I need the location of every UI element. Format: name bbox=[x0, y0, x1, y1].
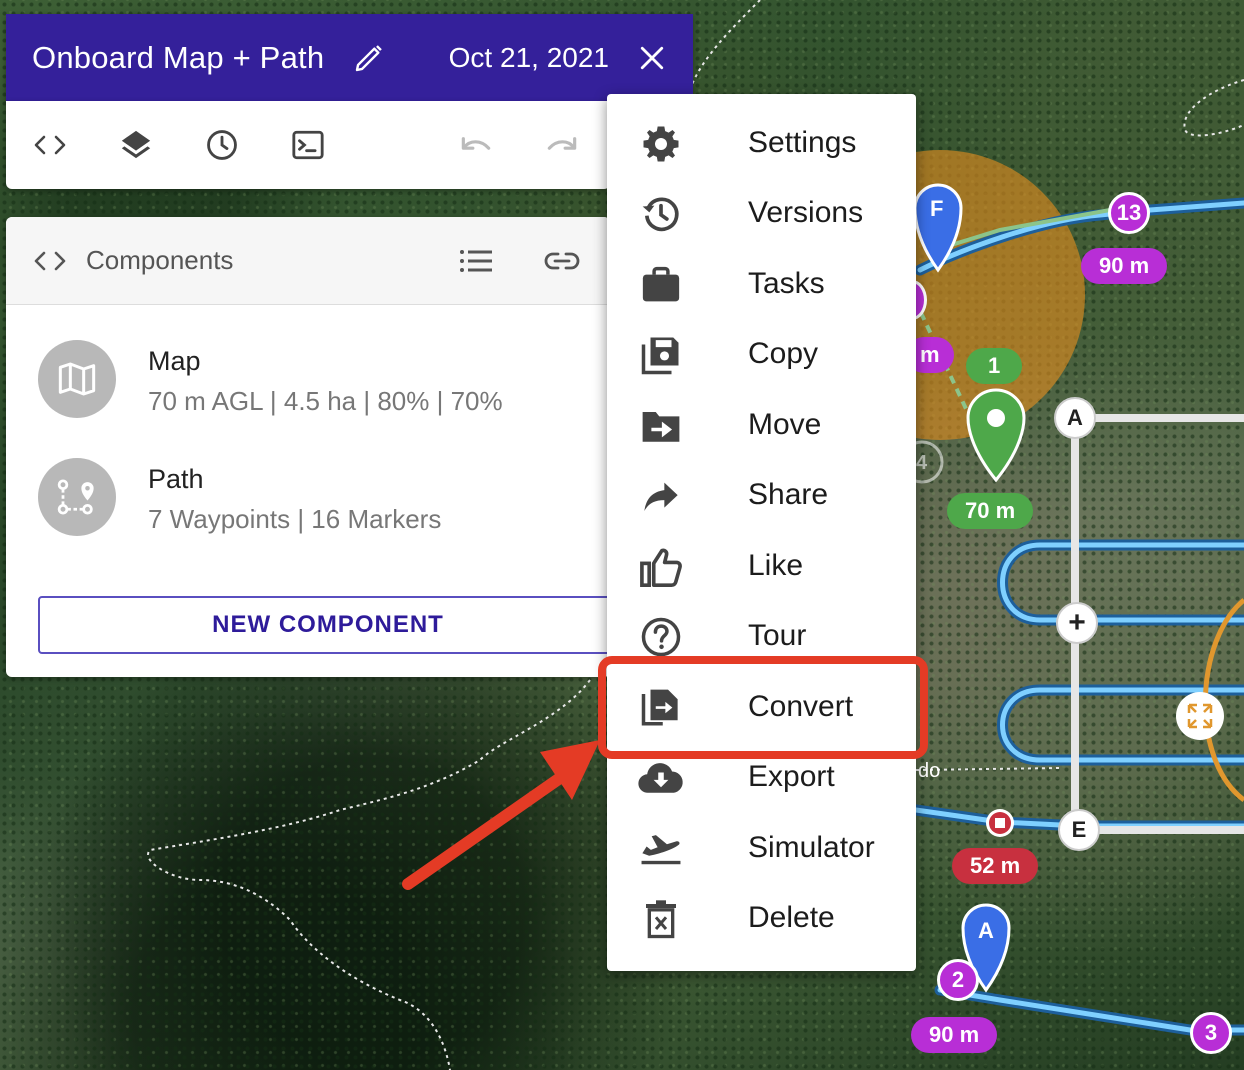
folder-move-icon bbox=[637, 406, 685, 446]
project-header: Onboard Map + Path Oct 21, 2021 bbox=[6, 14, 693, 101]
survey-corner-a[interactable]: A bbox=[1054, 397, 1096, 439]
component-meta: 70 m AGL | 4.5 ha | 80% | 70% bbox=[148, 386, 503, 416]
airplane-takeoff-icon bbox=[637, 829, 685, 869]
takeoff-altitude-badge: 70 m bbox=[947, 493, 1034, 529]
menu-item-tasks[interactable]: Tasks bbox=[607, 250, 916, 320]
altitude-badge: 90 m bbox=[1081, 248, 1168, 284]
menu-item-copy[interactable]: Copy bbox=[607, 320, 916, 390]
menu-item-label: Delete bbox=[748, 901, 835, 934]
pin-f-label: F bbox=[930, 196, 944, 221]
route-icon bbox=[38, 458, 116, 536]
menu-item-label: Versions bbox=[748, 196, 864, 229]
waypoint-3[interactable]: 3 bbox=[1190, 1012, 1232, 1054]
new-component-button[interactable]: NEW COMPONENT bbox=[38, 596, 618, 654]
undo-icon bbox=[461, 137, 491, 150]
trash-icon bbox=[637, 899, 685, 939]
callout-arrow bbox=[402, 772, 566, 890]
component-meta: 7 Waypoints | 16 Markers bbox=[148, 504, 442, 534]
pencil-icon bbox=[356, 44, 383, 71]
components-header: Components bbox=[6, 217, 610, 305]
component-map[interactable]: Map 70 m AGL | 4.5 ha | 80% | 70% bbox=[38, 340, 598, 420]
terminal-icon bbox=[292, 130, 324, 160]
history-button[interactable] bbox=[202, 125, 242, 165]
add-vertex-button[interactable]: + bbox=[1056, 602, 1098, 644]
history-icon bbox=[637, 194, 685, 234]
menu-item-label: Like bbox=[748, 549, 804, 582]
menu-item-simulator[interactable]: Simulator bbox=[607, 814, 916, 884]
map-pin-takeoff[interactable] bbox=[966, 388, 1026, 483]
pin-a-label: A bbox=[978, 918, 994, 943]
menu-item-label: Tasks bbox=[748, 267, 825, 300]
close-icon bbox=[640, 46, 664, 69]
link-icon bbox=[544, 252, 580, 270]
waypoint-13[interactable]: 13 bbox=[1108, 192, 1150, 234]
survey-corner-e[interactable]: E bbox=[1058, 809, 1100, 851]
code-brackets-icon bbox=[34, 135, 66, 155]
altitude-badge: 90 m bbox=[911, 1017, 998, 1053]
menu-item-label: Settings bbox=[748, 126, 857, 159]
edit-title-button[interactable] bbox=[352, 41, 386, 75]
layers-icon bbox=[121, 130, 151, 159]
landing-altitude-badge: 52 m bbox=[952, 848, 1039, 884]
menu-item-like[interactable]: Like bbox=[607, 532, 916, 602]
component-name: Map bbox=[148, 346, 201, 376]
redo-icon bbox=[547, 137, 577, 150]
menu-item-versions[interactable]: Versions bbox=[607, 179, 916, 249]
menu-item-label: Simulator bbox=[748, 831, 875, 864]
components-title: Components bbox=[86, 245, 234, 275]
waypoint-2[interactable]: 2 bbox=[937, 959, 979, 1001]
component-path[interactable]: Path 7 Waypoints | 16 Markers bbox=[38, 458, 598, 538]
undo-button[interactable] bbox=[456, 125, 496, 165]
help-circle-icon bbox=[637, 617, 685, 657]
components-panel: Components Map 70 m AGL | 4.5 ha | 80% |… bbox=[6, 217, 618, 677]
menu-item-label: Copy bbox=[748, 337, 819, 370]
cloud-download-icon bbox=[637, 758, 685, 798]
list-icon bbox=[460, 250, 492, 272]
component-name: Path bbox=[148, 464, 204, 494]
map-icon bbox=[38, 340, 116, 418]
trail-line bbox=[689, 0, 761, 91]
menu-item-delete[interactable]: Delete bbox=[607, 884, 916, 954]
trail-line bbox=[147, 679, 591, 1070]
context-menu: Settings Versions Tasks Copy Move Share … bbox=[607, 94, 916, 971]
layers-button[interactable] bbox=[116, 125, 156, 165]
gear-icon bbox=[637, 124, 685, 164]
share-arrow-icon bbox=[637, 476, 685, 516]
editor-toolbar bbox=[6, 101, 610, 189]
menu-item-share[interactable]: Share bbox=[607, 461, 916, 531]
menu-item-label: Move bbox=[748, 408, 822, 441]
road-label: do bbox=[918, 760, 941, 782]
expand-icon[interactable] bbox=[1176, 692, 1224, 740]
console-button[interactable] bbox=[288, 125, 328, 165]
menu-item-label: Tour bbox=[748, 619, 807, 652]
save-copy-icon bbox=[637, 335, 685, 375]
takeoff-order-badge: 1 bbox=[966, 348, 1023, 384]
menu-item-label: Export bbox=[748, 760, 835, 793]
thumbs-up-icon bbox=[637, 547, 685, 587]
menu-item-label: Share bbox=[748, 478, 829, 511]
menu-item-settings[interactable]: Settings bbox=[607, 109, 916, 179]
briefcase-icon bbox=[637, 265, 685, 305]
code-brackets-icon bbox=[30, 243, 70, 279]
link-button[interactable] bbox=[542, 243, 582, 279]
menu-item-move[interactable]: Move bbox=[607, 391, 916, 461]
trail-line bbox=[1183, 79, 1244, 137]
clock-icon bbox=[207, 130, 237, 160]
waypoint-4-label: 4 bbox=[916, 452, 928, 474]
list-view-button[interactable] bbox=[456, 243, 496, 279]
redo-button[interactable] bbox=[542, 125, 582, 165]
convert-highlight-box bbox=[598, 656, 928, 759]
project-date: Oct 21, 2021 bbox=[448, 41, 609, 73]
project-title: Onboard Map + Path bbox=[32, 39, 325, 75]
close-button[interactable] bbox=[637, 43, 667, 73]
code-view-button[interactable] bbox=[30, 125, 70, 165]
